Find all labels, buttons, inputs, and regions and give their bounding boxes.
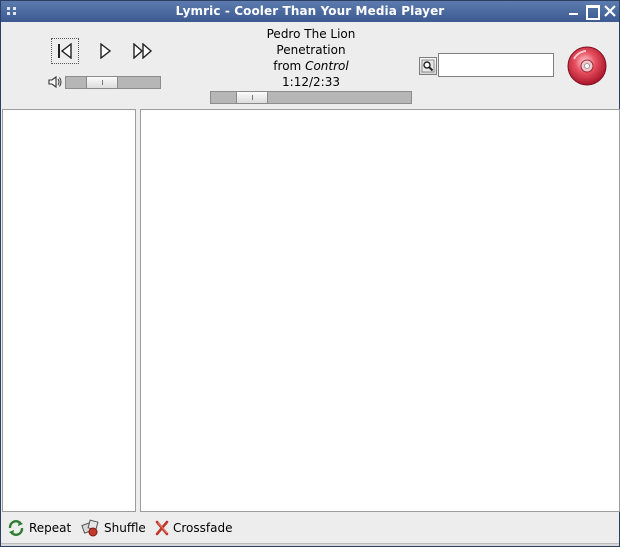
- artist-name: Pedro The Lion: [266, 27, 356, 41]
- seek-slider-thumb[interactable]: [236, 91, 268, 104]
- track-title: Penetration: [276, 43, 346, 57]
- maximize-icon[interactable]: [585, 4, 600, 20]
- close-icon[interactable]: [603, 4, 617, 18]
- next-track-icon: [133, 43, 153, 59]
- window-title: Lymric - Cooler Than Your Media Player: [175, 4, 445, 18]
- speaker-icon: [47, 75, 63, 89]
- crossfade-toggle[interactable]: Crossfade: [154, 518, 232, 538]
- search-input[interactable]: [438, 53, 554, 77]
- playlist-pane[interactable]: [140, 109, 620, 512]
- shuffle-label: Shuffle: [104, 521, 146, 535]
- now-playing-info: Pedro The Lion Penetration from Control …: [221, 26, 401, 90]
- crossfade-icon: [155, 520, 169, 536]
- media-player-window: Lymric - Cooler Than Your Media Player P…: [0, 0, 620, 547]
- album-name: Control: [305, 59, 349, 73]
- minimize-icon[interactable]: [567, 4, 581, 18]
- shuffle-icon: [81, 519, 99, 537]
- play-icon: [100, 43, 112, 59]
- library-sidebar[interactable]: [2, 109, 136, 512]
- playback-options-bar: Repeat Shuffle Crossfade: [1, 515, 619, 543]
- from-label: from: [273, 59, 302, 73]
- repeat-icon: [8, 520, 24, 536]
- shuffle-toggle[interactable]: Shuffle: [81, 518, 146, 538]
- volume-slider[interactable]: [65, 76, 161, 89]
- playback-time: 1:12/2:33: [282, 75, 340, 89]
- volume-slider-thumb[interactable]: [86, 76, 118, 89]
- cd-disc-icon: [566, 45, 608, 87]
- transport-controls: Pedro The Lion Penetration from Control …: [1, 23, 619, 109]
- seek-slider[interactable]: [210, 91, 412, 104]
- previous-track-icon: [58, 43, 72, 59]
- play-button[interactable]: [91, 38, 119, 64]
- album-line: from Control: [221, 58, 401, 74]
- crossfade-label: Crossfade: [173, 521, 233, 535]
- repeat-toggle[interactable]: Repeat: [6, 518, 71, 538]
- previous-track-button[interactable]: [51, 38, 79, 64]
- repeat-label: Repeat: [29, 521, 72, 535]
- next-track-button[interactable]: [129, 38, 157, 64]
- window-bottom-border: [1, 543, 619, 546]
- search-icon: [421, 59, 435, 73]
- title-bar[interactable]: Lymric - Cooler Than Your Media Player: [1, 1, 619, 22]
- search-button[interactable]: [419, 57, 437, 75]
